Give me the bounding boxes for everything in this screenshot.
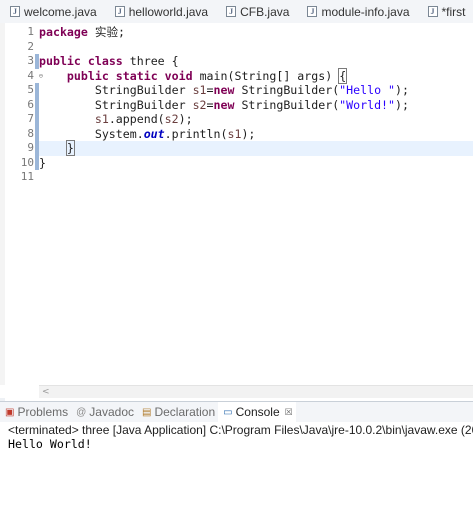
java-file-icon: J (10, 6, 20, 17)
code-area[interactable]: package 实验; public class three { public … (39, 25, 473, 185)
tab-label: Problems (17, 405, 69, 419)
line-number: 7 (27, 112, 34, 125)
java-file-icon: J (226, 6, 237, 17)
line-number: 10 (20, 155, 34, 169)
tab-module-info-java[interactable]: J module-info.java (297, 0, 417, 23)
line-number: 11 (20, 170, 34, 183)
code-line-10: } (39, 155, 46, 170)
code-line-5: StringBuilder s1=new StringBuilder("Hell… (39, 83, 409, 97)
code-line-3: public class three { (39, 54, 179, 68)
line-number: 1 (27, 25, 34, 38)
line-number-fold[interactable]: 4 (5, 69, 43, 84)
tab-label: welcome.java (24, 4, 97, 19)
line-number: 5 (27, 83, 34, 96)
bottom-panel-tab-bar: ▣ Problems @ Javadoc ▤ Declaration ▭ Con… (0, 401, 473, 423)
tab-helloworld-java[interactable]: J helloworld.java (105, 0, 216, 23)
code-line-7: s1.append(s2); (94, 112, 193, 126)
line-number: 9 (27, 141, 34, 154)
tab-welcome-java[interactable]: J welcome.java (0, 0, 105, 23)
tab-label: CFB.java (240, 4, 290, 19)
java-file-icon: J (114, 6, 125, 17)
code-editor[interactable]: 1 2 3 4 5 6 7 8 9 10 11 package 实验; publ… (0, 23, 473, 398)
declaration-icon: ▤ (142, 406, 152, 418)
line-number: 2 (27, 39, 34, 53)
code-line-1: package 实验; (39, 25, 126, 39)
tab-label: Console (235, 405, 280, 419)
code-line-6: StringBuilder s2=new StringBuilder("Worl… (39, 97, 409, 112)
tab-label: Javadoc (89, 405, 134, 419)
scroll-left-arrow-icon[interactable]: < (42, 387, 50, 397)
tab-javadoc[interactable]: @ Javadoc (71, 402, 137, 422)
console-icon: ▭ (223, 406, 233, 418)
tab-label: Declaration (154, 405, 216, 419)
tab-cfb-java[interactable]: J CFB.java (216, 0, 297, 23)
line-number: 8 (27, 126, 34, 140)
tab-problems[interactable]: ▣ Problems (0, 402, 71, 422)
code-line-9: } (39, 140, 473, 156)
java-file-icon: J (427, 6, 438, 17)
tab-first[interactable]: J *first (418, 0, 473, 23)
tab-label: *first (441, 4, 466, 19)
horizontal-scrollbar[interactable]: < (39, 385, 473, 398)
code-line-8: System.out.println(s1); (39, 126, 256, 141)
java-file-icon: J (307, 6, 318, 17)
console-status-line: <terminated> three [Java Application] C:… (8, 423, 473, 437)
code-line-4: public static void main(String[] args) { (66, 67, 348, 84)
console-view[interactable]: <terminated> three [Java Application] C:… (0, 422, 473, 508)
line-number-gutter: 1 2 3 4 5 6 7 8 9 10 11 (5, 23, 43, 385)
tab-console[interactable]: ▭ Console ☒ (218, 402, 296, 422)
tab-declaration[interactable]: ▤ Declaration (137, 402, 218, 422)
tab-label: module-info.java (321, 4, 410, 19)
console-output: Hello World! (8, 437, 92, 451)
tab-label: helloworld.java (128, 4, 209, 19)
javadoc-icon: @ (76, 406, 87, 418)
line-number: 6 (27, 97, 34, 111)
problems-icon: ▣ (5, 406, 15, 418)
line-number: 3 (27, 54, 34, 67)
editor-tab-bar: J welcome.java J helloworld.java J CFB.j… (0, 0, 473, 24)
close-icon[interactable]: ☒ (285, 407, 293, 418)
